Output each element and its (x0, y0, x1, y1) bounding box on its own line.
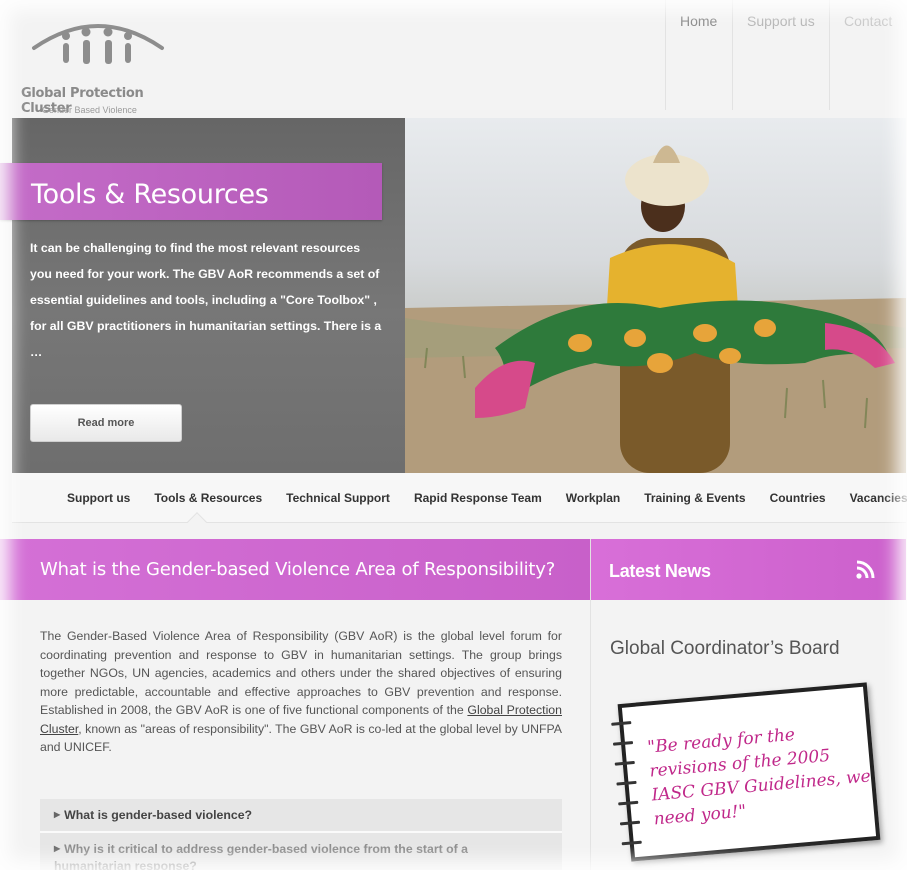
hero-photo-illustration (405, 145, 906, 473)
hero-title-bar: Tools & Resources (0, 163, 382, 220)
latest-news-header: Latest News (591, 539, 906, 600)
top-nav-contact[interactable]: Contact (829, 0, 899, 110)
read-more-button[interactable]: Read more (30, 404, 182, 442)
logo-people-icon (32, 24, 164, 64)
caret-right-icon: ▶ (54, 844, 61, 853)
subnav-technical-support[interactable]: Technical Support (286, 491, 390, 505)
faq-item-what-is-gbv[interactable]: ▶ What is gender-based violence? (40, 799, 562, 833)
faq-question: What is gender-based violence? (64, 808, 253, 822)
subnav-vacancies[interactable]: Vacancies (850, 491, 907, 505)
coordinator-board-note-image[interactable]: "Be ready for the revisions of the 2005 … (611, 682, 881, 862)
coordinators-board-heading: Global Coordinator’s Board (610, 638, 840, 659)
faq-accordion: ▶ What is gender-based violence? ▶ Why is … (40, 799, 562, 870)
subnav-rapid-response-team[interactable]: Rapid Response Team (414, 491, 542, 505)
hero-title: Tools & Resources (31, 179, 269, 210)
notebook-rings-icon (611, 721, 643, 862)
hero-description: It can be challenging to find the most r… (30, 241, 382, 359)
faq-item-why-critical[interactable]: ▶ Why is it critical to address gender-ba… (40, 833, 562, 870)
top-nav-support-us[interactable]: Support us (732, 0, 829, 110)
note-text: "Be ready for the revisions of the 2005 … (646, 724, 872, 830)
subnav-tools-resources[interactable]: Tools & Resources (154, 491, 262, 505)
main-heading: What is the Gender-based Violence Area o… (40, 559, 556, 580)
subnav-support-us[interactable]: Support us (67, 491, 130, 505)
site-logo[interactable]: Global Protection Cluster Gender Based V… (20, 10, 180, 116)
subnav-workplan[interactable]: Workplan (566, 491, 620, 505)
active-tab-pointer (187, 512, 207, 532)
main-description: The Gender-Based Violence Area of Respon… (40, 627, 562, 757)
faq-question: Why is it critical to address gender-bas… (54, 842, 469, 870)
logo-subtitle: Gender Based Violence (42, 105, 137, 115)
top-navigation: Home Support us Contact (665, 0, 899, 110)
hero-photo (405, 118, 906, 473)
section-navigation: Support us Tools & Resources Technical S… (12, 473, 907, 532)
main-section-header: What is the Gender-based Violence Area o… (0, 539, 590, 600)
subnav-countries[interactable]: Countries (770, 491, 826, 505)
caret-right-icon: ▶ (54, 810, 61, 819)
latest-news-heading: Latest News (609, 561, 711, 581)
rss-icon[interactable] (855, 560, 875, 580)
main-description-text-2: , known as "areas of responsibility". Th… (40, 721, 562, 755)
subnav-training-events[interactable]: Training & Events (644, 491, 745, 505)
top-nav-home[interactable]: Home (665, 0, 732, 110)
